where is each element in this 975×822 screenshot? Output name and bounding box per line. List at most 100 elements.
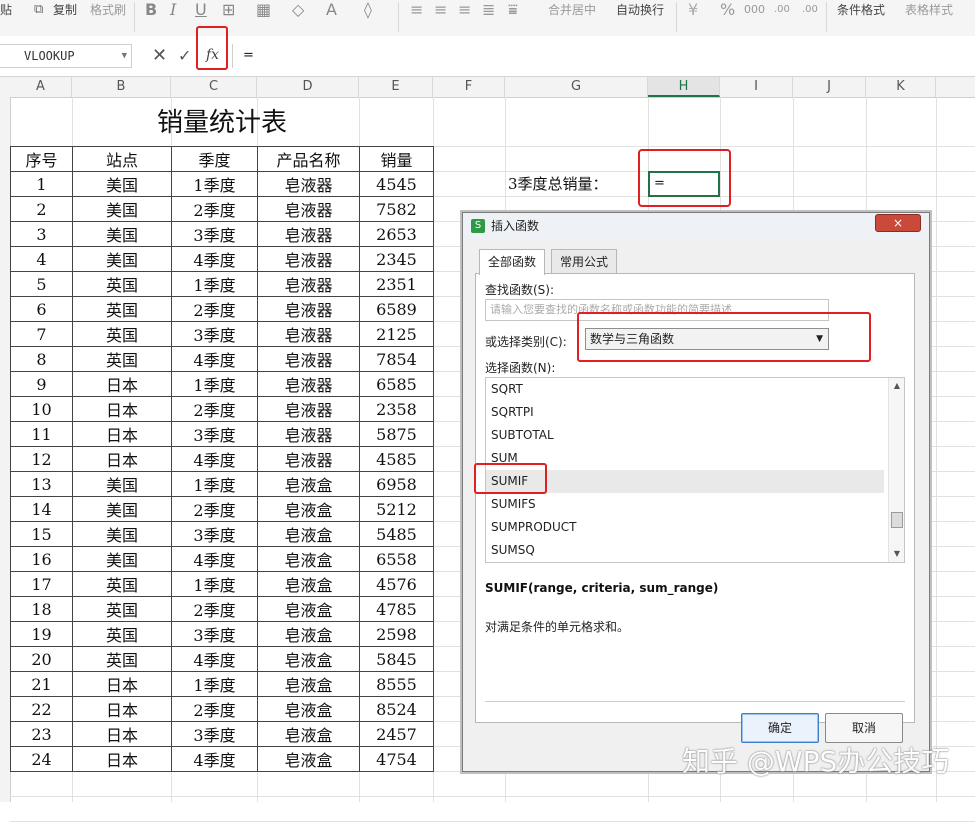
column-header-g[interactable]: G — [505, 77, 648, 97]
table-cell[interactable]: 18 — [10, 596, 73, 622]
column-header-b[interactable]: B — [72, 77, 171, 97]
currency-icon[interactable]: ¥ — [688, 0, 698, 20]
formula-input[interactable]: = — [232, 44, 975, 68]
table-cell[interactable]: 24 — [10, 746, 73, 772]
table-cell[interactable]: 4季度 — [171, 546, 258, 572]
column-header-h[interactable]: H — [648, 77, 720, 97]
table-cell[interactable]: 皂液盒 — [257, 546, 360, 572]
scroll-down-icon[interactable]: ▼ — [889, 546, 904, 562]
table-cell[interactable]: 13 — [10, 471, 73, 497]
table-cell[interactable]: 1季度 — [171, 671, 258, 697]
table-cell[interactable]: 皂液盒 — [257, 621, 360, 647]
table-cell[interactable]: 皂液器 — [257, 171, 360, 197]
table-cell[interactable]: 2季度 — [171, 696, 258, 722]
align-left-icon[interactable]: ≡ — [410, 0, 423, 20]
table-cell[interactable]: 4785 — [359, 596, 434, 622]
table-cell[interactable]: 皂液器 — [257, 321, 360, 347]
table-cell[interactable]: 11 — [10, 421, 73, 447]
table-cell[interactable]: 16 — [10, 546, 73, 572]
table-cell[interactable]: 英国 — [72, 621, 172, 647]
function-item-sqrt[interactable]: SQRT — [486, 378, 884, 401]
table-cell[interactable]: 英国 — [72, 646, 172, 672]
table-cell[interactable]: 20 — [10, 646, 73, 672]
header-cell[interactable]: 销量 — [359, 146, 434, 172]
table-cell[interactable]: 5845 — [359, 646, 434, 672]
table-cell[interactable]: 17 — [10, 571, 73, 597]
column-header-i[interactable]: I — [720, 77, 793, 97]
clear-icon[interactable]: ◊ — [364, 0, 372, 20]
table-cell[interactable]: 美国 — [72, 246, 172, 272]
sheet-title[interactable]: 销量统计表 — [72, 100, 372, 146]
table-cell[interactable]: 日本 — [72, 371, 172, 397]
table-cell[interactable]: 22 — [10, 696, 73, 722]
table-cell[interactable]: 皂液盒 — [257, 721, 360, 747]
fill-color-icon[interactable]: ◇ — [292, 0, 304, 20]
copy-button[interactable]: 复制 — [53, 0, 77, 20]
table-cell[interactable]: 4季度 — [171, 746, 258, 772]
table-cell[interactable]: 5 — [10, 271, 73, 297]
confirm-icon[interactable]: ✓ — [178, 44, 191, 68]
tab-common-formulas[interactable]: 常用公式 — [551, 249, 618, 274]
table-cell[interactable]: 日本 — [72, 696, 172, 722]
table-cell[interactable]: 6589 — [359, 296, 434, 322]
table-cell[interactable]: 英国 — [72, 296, 172, 322]
table-cell[interactable]: 3 — [10, 221, 73, 247]
table-cell[interactable]: 日本 — [72, 396, 172, 422]
table-cell[interactable]: 日本 — [72, 421, 172, 447]
column-header-e[interactable]: E — [359, 77, 433, 97]
header-cell[interactable]: 产品名称 — [257, 146, 360, 172]
table-cell[interactable]: 2598 — [359, 621, 434, 647]
table-cell[interactable]: 7582 — [359, 196, 434, 222]
table-cell[interactable]: 2季度 — [171, 496, 258, 522]
table-cell[interactable]: 3季度 — [171, 321, 258, 347]
table-cell[interactable]: 2 — [10, 196, 73, 222]
table-cell[interactable]: 2345 — [359, 246, 434, 272]
ok-button[interactable]: 确定 — [741, 713, 819, 743]
table-cell[interactable]: 2125 — [359, 321, 434, 347]
table-cell[interactable]: 2季度 — [171, 196, 258, 222]
table-cell[interactable]: 2653 — [359, 221, 434, 247]
table-cell[interactable]: 皂液器 — [257, 346, 360, 372]
conditional-format-button[interactable]: 条件格式 — [837, 0, 885, 20]
table-cell[interactable]: 3季度 — [171, 521, 258, 547]
table-cell[interactable]: 6 — [10, 296, 73, 322]
table-cell[interactable]: 7 — [10, 321, 73, 347]
table-cell[interactable]: 美国 — [72, 546, 172, 572]
table-cell[interactable]: 皂液器 — [257, 246, 360, 272]
table-cell[interactable]: 7854 — [359, 346, 434, 372]
merge-center-button[interactable]: 合并居中 — [548, 0, 596, 20]
table-cell[interactable]: 6585 — [359, 371, 434, 397]
table-cell[interactable]: 4754 — [359, 746, 434, 772]
q3-total-label[interactable]: 3季度总销量： — [508, 172, 608, 197]
header-cell[interactable]: 季度 — [171, 146, 258, 172]
table-cell[interactable]: 皂液盒 — [257, 696, 360, 722]
table-cell[interactable]: 美国 — [72, 171, 172, 197]
table-cell[interactable]: 皂液盒 — [257, 646, 360, 672]
table-cell[interactable]: 3季度 — [171, 721, 258, 747]
scroll-up-icon[interactable]: ▲ — [889, 378, 904, 394]
table-cell[interactable]: 日本 — [72, 746, 172, 772]
table-cell[interactable]: 12 — [10, 446, 73, 472]
table-cell[interactable]: 2358 — [359, 396, 434, 422]
table-cell[interactable]: 4季度 — [171, 346, 258, 372]
table-cell[interactable]: 5875 — [359, 421, 434, 447]
dialog-titlebar[interactable]: S 插入函数 × — [463, 213, 929, 239]
border-icon[interactable]: ⊞ — [222, 0, 235, 20]
distribute-icon[interactable]: ⩸ — [508, 0, 518, 20]
table-cell[interactable]: 1季度 — [171, 471, 258, 497]
table-cell[interactable]: 2351 — [359, 271, 434, 297]
table-cell[interactable]: 3季度 — [171, 221, 258, 247]
chevron-down-icon[interactable]: ▼ — [122, 45, 127, 67]
table-cell[interactable]: 8524 — [359, 696, 434, 722]
column-header-k[interactable]: K — [866, 77, 936, 97]
table-cell[interactable]: 1 — [10, 171, 73, 197]
table-cell[interactable]: 19 — [10, 621, 73, 647]
table-cell[interactable]: 15 — [10, 521, 73, 547]
table-cell[interactable]: 皂液盒 — [257, 571, 360, 597]
column-header-c[interactable]: C — [171, 77, 257, 97]
table-cell[interactable]: 4545 — [359, 171, 434, 197]
function-list-scrollbar[interactable]: ▲ ▼ — [888, 378, 904, 562]
table-cell[interactable]: 美国 — [72, 196, 172, 222]
wrap-text-button[interactable]: 自动换行 — [616, 0, 664, 20]
header-cell[interactable]: 站点 — [72, 146, 172, 172]
